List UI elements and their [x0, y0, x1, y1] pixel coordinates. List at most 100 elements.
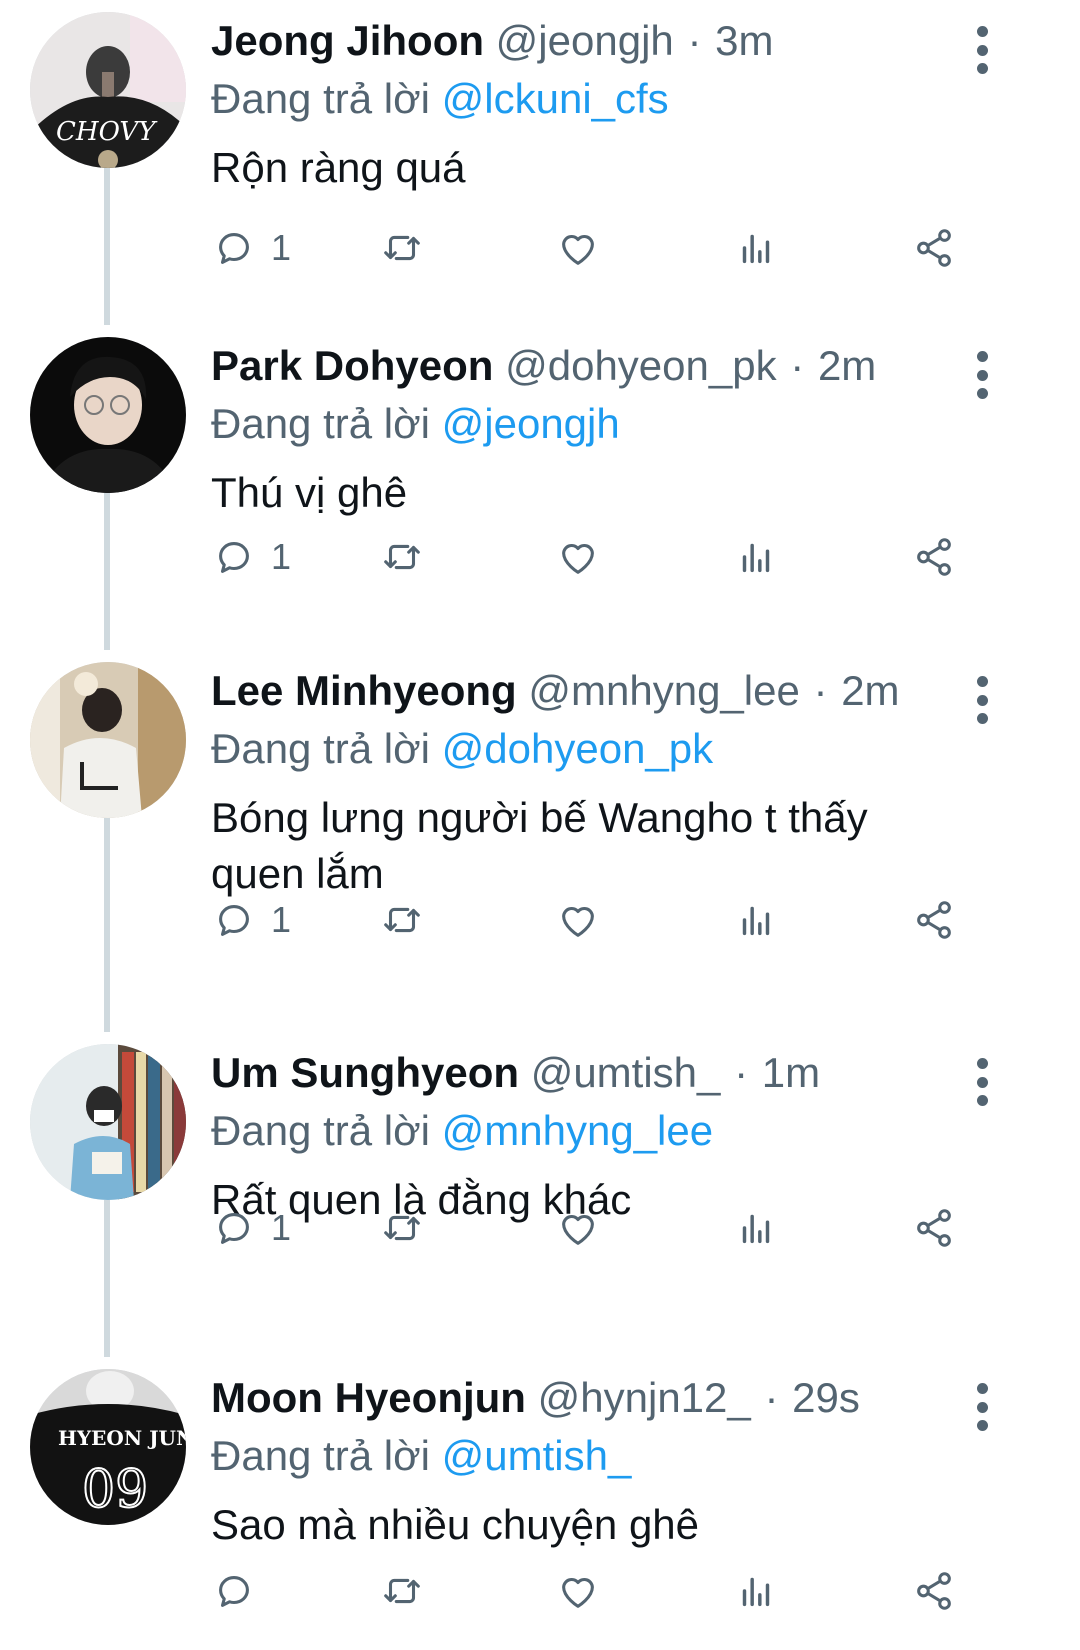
like-button[interactable] — [555, 890, 601, 950]
timestamp[interactable]: 29s — [792, 1374, 860, 1421]
tweet[interactable]: HYEON JUN 09 Moon Hyeonjun @hynjn12_ · 2… — [0, 1357, 1080, 1650]
timestamp[interactable]: 2m — [841, 667, 899, 714]
user-handle[interactable]: @mnhyng_lee — [528, 667, 799, 714]
user-handle[interactable]: @hynjn12_ — [538, 1374, 751, 1421]
tweet-header: Park Dohyeon @dohyeon_pk · 2m — [211, 337, 1080, 395]
reply-icon — [219, 1576, 249, 1607]
thread-connector — [104, 1200, 110, 1357]
avatar[interactable]: CHOVY — [30, 12, 186, 168]
reply-icon — [219, 905, 249, 936]
reply-count: 1 — [271, 227, 292, 268]
dot-icon — [976, 1420, 988, 1431]
more-options-button[interactable] — [972, 1383, 992, 1431]
replying-to-label: Đang trả lời — [211, 725, 430, 772]
tweet-text: Rộn ràng quá — [211, 144, 466, 191]
views-button[interactable] — [733, 527, 779, 587]
avatar-image: CHOVY — [30, 12, 186, 168]
reply-button[interactable]: 1 — [211, 218, 291, 278]
user-handle[interactable]: @umtish_ — [531, 1049, 721, 1096]
tweet[interactable]: Lee Minhyeong @mnhyng_lee · 2m Đang trả … — [0, 650, 1080, 1032]
tweet[interactable]: CHOVY Jeong Jihoon @jeongjh · 3m Đang tr… — [0, 0, 1080, 325]
action-bar: 1 — [211, 890, 1080, 950]
heart-icon — [562, 1577, 594, 1608]
dot-icon — [976, 351, 988, 362]
mention-link[interactable]: @mnhyng_lee — [442, 1107, 713, 1154]
action-bar — [211, 1561, 1080, 1621]
like-button[interactable] — [555, 1561, 601, 1621]
action-bar: 1 — [211, 527, 1080, 587]
separator-dot: · — [790, 342, 805, 389]
retweet-button[interactable] — [379, 218, 425, 278]
display-name[interactable]: Um Sunghyeon — [211, 1049, 519, 1096]
avatar[interactable] — [30, 1044, 186, 1200]
replying-to-label: Đang trả lời — [211, 400, 430, 447]
tweet-header: Lee Minhyeong @mnhyng_lee · 2m — [211, 662, 1080, 720]
reply-count: 1 — [271, 1207, 292, 1248]
avatar[interactable] — [30, 337, 186, 493]
views-button[interactable] — [733, 1198, 779, 1258]
dot-icon — [976, 369, 988, 381]
views-button[interactable] — [733, 1561, 779, 1621]
views-icon — [742, 1577, 770, 1607]
retweet-icon — [384, 1215, 420, 1241]
user-handle[interactable]: @dohyeon_pk — [505, 342, 777, 389]
replying-to: Đang trả lời @jeongjh — [211, 395, 1080, 453]
tweet-header: Jeong Jihoon @jeongjh · 3m — [211, 12, 1080, 70]
retweet-icon — [384, 907, 420, 933]
replying-to-label: Đang trả lời — [211, 1432, 430, 1479]
dot-icon — [976, 1076, 988, 1088]
more-options-button[interactable] — [972, 351, 992, 399]
mention-link[interactable]: @dohyeon_pk — [442, 725, 714, 772]
avatar[interactable] — [30, 662, 186, 818]
share-button[interactable] — [911, 1198, 957, 1258]
reply-button[interactable]: 1 — [211, 1198, 291, 1258]
share-button[interactable] — [911, 218, 957, 278]
retweet-button[interactable] — [379, 527, 425, 587]
views-icon — [742, 543, 770, 573]
dot-icon — [976, 1095, 988, 1106]
views-icon — [742, 1214, 770, 1244]
heart-icon — [562, 234, 594, 265]
mention-link[interactable]: @jeongjh — [442, 400, 620, 447]
reply-count: 1 — [271, 536, 292, 577]
heart-icon — [562, 543, 594, 574]
views-button[interactable] — [733, 218, 779, 278]
more-options-button[interactable] — [972, 1058, 992, 1106]
user-handle[interactable]: @jeongjh — [496, 17, 674, 64]
retweet-button[interactable] — [379, 1198, 425, 1258]
mention-link[interactable]: @umtish_ — [442, 1432, 632, 1479]
display-name[interactable]: Park Dohyeon — [211, 342, 493, 389]
retweet-button[interactable] — [379, 890, 425, 950]
share-button[interactable] — [911, 1561, 957, 1621]
more-options-button[interactable] — [972, 676, 992, 724]
display-name[interactable]: Jeong Jihoon — [211, 17, 484, 64]
tweet[interactable]: Um Sunghyeon @umtish_ · 1m Đang trả lời … — [0, 1032, 1080, 1357]
share-icon — [917, 1209, 951, 1247]
like-button[interactable] — [555, 527, 601, 587]
avatar[interactable]: HYEON JUN 09 — [30, 1369, 186, 1525]
display-name[interactable]: Moon Hyeonjun — [211, 1374, 526, 1421]
timestamp[interactable]: 2m — [818, 342, 876, 389]
reply-button[interactable]: 1 — [211, 527, 291, 587]
replying-to: Đang trả lời @umtish_ — [211, 1427, 1080, 1485]
retweet-button[interactable] — [379, 1561, 425, 1621]
reply-icon — [219, 1213, 249, 1244]
tweet[interactable]: Park Dohyeon @dohyeon_pk · 2m Đang trả l… — [0, 325, 1080, 650]
views-button[interactable] — [733, 890, 779, 950]
separator-dot: · — [687, 17, 702, 64]
like-button[interactable] — [555, 218, 601, 278]
more-options-button[interactable] — [972, 26, 992, 74]
mention-link[interactable]: @lckuni_cfs — [442, 75, 669, 122]
reply-button[interactable]: 1 — [211, 890, 291, 950]
reply-button[interactable] — [211, 1561, 271, 1621]
like-button[interactable] — [555, 1198, 601, 1258]
svg-text:CHOVY: CHOVY — [56, 117, 158, 147]
timestamp[interactable]: 1m — [762, 1049, 820, 1096]
action-bar: 1 — [211, 1198, 1080, 1258]
share-button[interactable] — [911, 890, 957, 950]
dot-icon — [976, 1401, 988, 1413]
share-button[interactable] — [911, 527, 957, 587]
timestamp[interactable]: 3m — [715, 17, 773, 64]
display-name[interactable]: Lee Minhyeong — [211, 667, 517, 714]
share-icon — [917, 1572, 951, 1610]
